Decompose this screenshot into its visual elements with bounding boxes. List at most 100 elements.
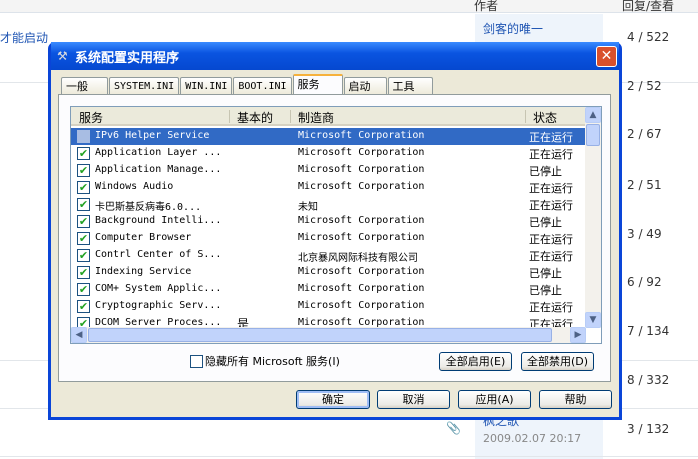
scroll-right-button[interactable]: ▶ [570,327,586,343]
reply-count: 3 / 132 [627,422,670,436]
column-service[interactable]: 服务 [79,109,103,126]
vertical-scrollbar[interactable]: ▲ ▼ [585,107,601,328]
service-vendor: 未知 [298,202,318,213]
service-status: 正在运行 [529,131,573,144]
column-status[interactable]: 状态 [533,109,557,126]
msconfig-dialog: ⚒ 系统配置实用程序 ✕ 一般 SYSTEM.INI WIN.INI BOOT.… [48,42,622,420]
service-status: 已停止 [529,267,562,280]
service-checkbox[interactable]: ✔ [77,198,90,211]
row-divider [0,456,698,457]
service-vendor: 北京暴风网际科技有限公司 [298,253,418,264]
service-row[interactable]: ✔ Application Layer ... Microsoft Corpor… [71,145,586,162]
hide-ms-label: 隐藏所有 Microsoft 服务(I) [205,355,340,368]
disable-all-button[interactable]: 全部禁用(D) [521,352,594,371]
reply-count: 7 / 134 [627,324,670,338]
service-row[interactable]: ✔ COM+ System Applic... Microsoft Corpor… [71,281,586,298]
service-row[interactable]: ✔ Cryptographic Serv... Microsoft Corpor… [71,298,586,315]
service-checkbox[interactable]: ✔ [77,181,90,194]
service-checkbox[interactable]: ✔ [77,283,90,296]
post-date: 2009.02.07 20:17 [483,432,582,445]
service-vendor: Microsoft Corporation [298,232,425,243]
reply-count: 6 / 92 [627,275,662,289]
horizontal-scrollbar[interactable]: ◀ ▶ [71,327,586,343]
service-name: 卡巴斯基反病毒6.0... [95,202,202,213]
service-row[interactable]: IPv6 Helper Service Microsoft Corporatio… [71,128,586,145]
service-status: 正在运行 [529,182,573,195]
service-row[interactable]: ✔ Indexing Service Microsoft Corporation… [71,264,586,281]
service-status: 正在运行 [529,199,573,212]
close-button[interactable]: ✕ [596,46,617,67]
enable-all-button[interactable]: 全部启用(E) [439,352,512,371]
service-checkbox[interactable]: ✔ [77,147,90,160]
service-checkbox[interactable]: ✔ [77,266,90,279]
tab-services[interactable]: 服务 [292,74,343,95]
service-name: Indexing Service [95,266,192,277]
service-checkbox[interactable]: ✔ [77,232,90,245]
service-status: 已停止 [529,216,562,229]
service-name: Computer Browser [95,232,192,243]
services-panel: 服务 基本的 制造商 状态 IPv6 Helper Service Micros… [58,94,611,382]
tab-startup[interactable]: 启动 [343,77,387,95]
service-checkbox[interactable]: ✔ [77,164,90,177]
reply-count: 3 / 49 [627,227,662,241]
tab-tools[interactable]: 工具 [387,77,433,95]
service-name: Cryptographic Serv... [95,300,222,311]
forum-header: 作者 回复/查看 [0,0,698,13]
service-checkbox[interactable]: ✔ [77,215,90,228]
service-name: Application Layer ... [95,147,222,158]
topic-link[interactable]: 才能启动 [0,29,48,46]
service-row[interactable]: ✔ Contrl Center of S... 北京暴风网际科技有限公司 正在运… [71,247,586,264]
service-vendor: Microsoft Corporation [298,130,425,141]
tab-system-ini[interactable]: SYSTEM.INI [109,77,180,95]
service-vendor: Microsoft Corporation [298,283,425,294]
help-button[interactable]: 帮助 [539,390,612,409]
service-row[interactable]: ✔ Application Manage... Microsoft Corpor… [71,162,586,179]
apply-button[interactable]: 应用(A) [458,390,531,409]
close-icon: ✕ [600,48,613,64]
service-status: 已停止 [529,165,562,178]
msconfig-icon: ⚒ [57,49,68,63]
tab-bar: 一般 SYSTEM.INI WIN.INI BOOT.INI 服务 启动 工具 [61,74,434,95]
service-name: IPv6 Helper Service [95,130,210,141]
service-vendor: Microsoft Corporation [298,181,425,192]
attachment-icon: 📎 [446,421,461,435]
column-manufacturer[interactable]: 制造商 [298,109,334,126]
tab-boot-ini[interactable]: BOOT.INI [233,77,292,95]
service-vendor: Microsoft Corporation [298,147,425,158]
service-row[interactable]: ✔ Windows Audio Microsoft Corporation 正在… [71,179,586,196]
tab-win-ini[interactable]: WIN.INI [180,77,233,95]
title-bar[interactable]: ⚒ 系统配置实用程序 [51,42,619,70]
service-row[interactable]: ✔ Computer Browser Microsoft Corporation… [71,230,586,247]
replies-header: 回复/查看 [622,0,675,13]
service-checkbox[interactable]: ✔ [77,249,90,262]
hide-ms-services-checkbox[interactable]: 隐藏所有 Microsoft 服务(I) [190,353,340,369]
service-name: Contrl Center of S... [95,249,222,260]
reply-count: 2 / 52 [627,79,662,93]
reply-count: 2 / 51 [627,178,662,192]
scroll-up-button[interactable]: ▲ [585,107,601,123]
column-essential[interactable]: 基本的 [237,109,273,126]
service-checkbox[interactable]: ✔ [77,300,90,313]
author-link[interactable]: 剑客的唯一 [483,20,543,37]
tab-general[interactable]: 一般 [61,77,108,95]
h-scroll-thumb[interactable] [88,328,552,342]
service-row[interactable]: ✔ 卡巴斯基反病毒6.0... 未知 正在运行 [71,196,586,213]
scroll-left-button[interactable]: ◀ [71,327,87,343]
service-vendor: Microsoft Corporation [298,215,425,226]
reply-count: 8 / 332 [627,373,670,387]
scroll-thumb[interactable] [586,124,600,146]
service-vendor: Microsoft Corporation [298,300,425,311]
service-row[interactable]: ✔ Background Intelli... Microsoft Corpor… [71,213,586,230]
service-name: Background Intelli... [95,215,222,226]
dialog-title: 系统配置实用程序 [75,50,180,66]
service-status: 正在运行 [529,233,573,246]
cancel-button[interactable]: 取消 [377,390,450,409]
service-checkbox[interactable] [77,130,90,143]
list-header: 服务 基本的 制造商 状态 [71,107,601,126]
services-list[interactable]: 服务 基本的 制造商 状态 IPv6 Helper Service Micros… [70,106,602,344]
service-name: COM+ System Applic... [95,283,222,294]
service-vendor: Microsoft Corporation [298,266,425,277]
scroll-down-button[interactable]: ▼ [585,312,601,328]
ok-button[interactable]: 确定 [296,390,370,409]
service-status: 已停止 [529,284,562,297]
